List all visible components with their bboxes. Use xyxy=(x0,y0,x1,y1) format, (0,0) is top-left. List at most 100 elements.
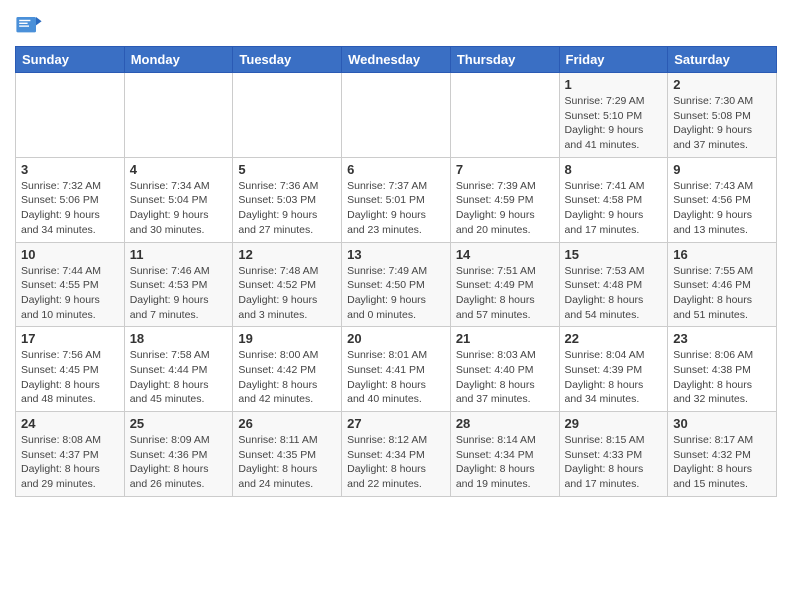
day-cell: 13Sunrise: 7:49 AM Sunset: 4:50 PM Dayli… xyxy=(342,242,451,327)
day-info: Sunrise: 8:04 AM Sunset: 4:39 PM Dayligh… xyxy=(565,348,663,407)
day-number: 4 xyxy=(130,162,228,177)
day-number: 28 xyxy=(456,416,554,431)
day-number: 29 xyxy=(565,416,663,431)
day-info: Sunrise: 7:55 AM Sunset: 4:46 PM Dayligh… xyxy=(673,264,771,323)
day-info: Sunrise: 8:00 AM Sunset: 4:42 PM Dayligh… xyxy=(238,348,336,407)
day-cell: 3 Sunrise: 7:32 AM Sunset: 5:06 PM Daylig… xyxy=(16,157,125,242)
day-info: Sunrise: 7:32 AM Sunset: 5:06 PM Dayligh… xyxy=(21,179,119,238)
day-info: Sunrise: 7:37 AM Sunset: 5:01 PM Dayligh… xyxy=(347,179,445,238)
day-info: Sunrise: 7:49 AM Sunset: 4:50 PM Dayligh… xyxy=(347,264,445,323)
day-cell: 21 Sunrise: 8:03 AM Sunset: 4:40 PM Dayli… xyxy=(450,327,559,412)
day-cell: 16 Sunrise: 7:55 AM Sunset: 4:46 PM Dayli… xyxy=(668,242,777,327)
day-cell: 26 Sunrise: 8:11 AM Sunset: 4:35 PM Dayli… xyxy=(233,412,342,497)
day-number: 24 xyxy=(21,416,119,431)
week-row-4: 24 Sunrise: 8:08 AM Sunset: 4:37 PM Dayli… xyxy=(16,412,777,497)
day-cell: 28 Sunrise: 8:14 AM Sunset: 4:34 PM Dayli… xyxy=(450,412,559,497)
day-number: 16 xyxy=(673,247,771,262)
day-info: Sunrise: 8:12 AM Sunset: 4:34 PM Dayligh… xyxy=(347,433,445,492)
day-number: 21 xyxy=(456,331,554,346)
day-cell xyxy=(233,73,342,158)
day-info: Sunrise: 8:09 AM Sunset: 4:36 PM Dayligh… xyxy=(130,433,228,492)
day-header-thursday: Thursday xyxy=(450,47,559,73)
day-info: Sunrise: 8:11 AM Sunset: 4:35 PM Dayligh… xyxy=(238,433,336,492)
logo xyxy=(15,10,47,38)
day-cell xyxy=(450,73,559,158)
week-row-1: 3 Sunrise: 7:32 AM Sunset: 5:06 PM Daylig… xyxy=(16,157,777,242)
day-number: 14 xyxy=(456,247,554,262)
day-info: Sunrise: 8:15 AM Sunset: 4:33 PM Dayligh… xyxy=(565,433,663,492)
day-number: 17 xyxy=(21,331,119,346)
day-number: 3 xyxy=(21,162,119,177)
day-cell: 9 Sunrise: 7:43 AM Sunset: 4:56 PM Daylig… xyxy=(668,157,777,242)
day-info: Sunrise: 8:03 AM Sunset: 4:40 PM Dayligh… xyxy=(456,348,554,407)
day-cell: 20 Sunrise: 8:01 AM Sunset: 4:41 PM Dayli… xyxy=(342,327,451,412)
day-cell: 19Sunrise: 8:00 AM Sunset: 4:42 PM Dayli… xyxy=(233,327,342,412)
week-row-3: 17Sunrise: 7:56 AM Sunset: 4:45 PM Dayli… xyxy=(16,327,777,412)
day-cell: 17Sunrise: 7:56 AM Sunset: 4:45 PM Dayli… xyxy=(16,327,125,412)
day-number: 22 xyxy=(565,331,663,346)
day-number: 20 xyxy=(347,331,445,346)
day-cell: 18Sunrise: 7:58 AM Sunset: 4:44 PM Dayli… xyxy=(124,327,233,412)
day-number: 18 xyxy=(130,331,228,346)
day-info: Sunrise: 7:34 AM Sunset: 5:04 PM Dayligh… xyxy=(130,179,228,238)
day-number: 12 xyxy=(238,247,336,262)
day-number: 1 xyxy=(565,77,663,92)
day-header-friday: Friday xyxy=(559,47,668,73)
day-number: 5 xyxy=(238,162,336,177)
day-number: 30 xyxy=(673,416,771,431)
calendar-tbody: 1Sunrise: 7:29 AM Sunset: 5:10 PM Daylig… xyxy=(16,73,777,497)
day-info: Sunrise: 7:43 AM Sunset: 4:56 PM Dayligh… xyxy=(673,179,771,238)
day-number: 27 xyxy=(347,416,445,431)
day-number: 6 xyxy=(347,162,445,177)
week-row-2: 10 Sunrise: 7:44 AM Sunset: 4:55 PM Dayli… xyxy=(16,242,777,327)
day-info: Sunrise: 8:01 AM Sunset: 4:41 PM Dayligh… xyxy=(347,348,445,407)
day-cell: 1Sunrise: 7:29 AM Sunset: 5:10 PM Daylig… xyxy=(559,73,668,158)
day-cell: 23 Sunrise: 8:06 AM Sunset: 4:38 PM Dayli… xyxy=(668,327,777,412)
day-number: 11 xyxy=(130,247,228,262)
week-row-0: 1Sunrise: 7:29 AM Sunset: 5:10 PM Daylig… xyxy=(16,73,777,158)
day-cell: 8 Sunrise: 7:41 AM Sunset: 4:58 PM Daylig… xyxy=(559,157,668,242)
day-cell xyxy=(124,73,233,158)
day-cell: 15Sunrise: 7:53 AM Sunset: 4:48 PM Dayli… xyxy=(559,242,668,327)
day-number: 2 xyxy=(673,77,771,92)
day-cell: 30Sunrise: 8:17 AM Sunset: 4:32 PM Dayli… xyxy=(668,412,777,497)
header-row: SundayMondayTuesdayWednesdayThursdayFrid… xyxy=(16,47,777,73)
day-number: 25 xyxy=(130,416,228,431)
day-number: 8 xyxy=(565,162,663,177)
day-number: 26 xyxy=(238,416,336,431)
day-cell: 7 Sunrise: 7:39 AM Sunset: 4:59 PM Daylig… xyxy=(450,157,559,242)
day-info: Sunrise: 7:36 AM Sunset: 5:03 PM Dayligh… xyxy=(238,179,336,238)
day-cell: 14 Sunrise: 7:51 AM Sunset: 4:49 PM Dayli… xyxy=(450,242,559,327)
day-number: 10 xyxy=(21,247,119,262)
calendar-thead: SundayMondayTuesdayWednesdayThursdayFrid… xyxy=(16,47,777,73)
logo-icon xyxy=(15,10,43,38)
day-number: 9 xyxy=(673,162,771,177)
day-info: Sunrise: 8:08 AM Sunset: 4:37 PM Dayligh… xyxy=(21,433,119,492)
day-cell: 24 Sunrise: 8:08 AM Sunset: 4:37 PM Dayli… xyxy=(16,412,125,497)
day-cell: 2Sunrise: 7:30 AM Sunset: 5:08 PM Daylig… xyxy=(668,73,777,158)
day-cell: 22 Sunrise: 8:04 AM Sunset: 4:39 PM Dayli… xyxy=(559,327,668,412)
day-info: Sunrise: 7:44 AM Sunset: 4:55 PM Dayligh… xyxy=(21,264,119,323)
day-cell: 6 Sunrise: 7:37 AM Sunset: 5:01 PM Daylig… xyxy=(342,157,451,242)
day-cell: 12 Sunrise: 7:48 AM Sunset: 4:52 PM Dayli… xyxy=(233,242,342,327)
day-cell: 25 Sunrise: 8:09 AM Sunset: 4:36 PM Dayli… xyxy=(124,412,233,497)
day-header-wednesday: Wednesday xyxy=(342,47,451,73)
day-info: Sunrise: 8:14 AM Sunset: 4:34 PM Dayligh… xyxy=(456,433,554,492)
day-header-tuesday: Tuesday xyxy=(233,47,342,73)
day-number: 7 xyxy=(456,162,554,177)
day-cell: 27 Sunrise: 8:12 AM Sunset: 4:34 PM Dayli… xyxy=(342,412,451,497)
calendar-header xyxy=(15,10,777,38)
day-info: Sunrise: 7:48 AM Sunset: 4:52 PM Dayligh… xyxy=(238,264,336,323)
day-number: 23 xyxy=(673,331,771,346)
day-header-saturday: Saturday xyxy=(668,47,777,73)
calendar-container: SundayMondayTuesdayWednesdayThursdayFrid… xyxy=(0,0,792,507)
day-info: Sunrise: 8:06 AM Sunset: 4:38 PM Dayligh… xyxy=(673,348,771,407)
day-info: Sunrise: 7:39 AM Sunset: 4:59 PM Dayligh… xyxy=(456,179,554,238)
day-number: 15 xyxy=(565,247,663,262)
calendar-table: SundayMondayTuesdayWednesdayThursdayFrid… xyxy=(15,46,777,497)
day-info: Sunrise: 7:51 AM Sunset: 4:49 PM Dayligh… xyxy=(456,264,554,323)
day-info: Sunrise: 7:46 AM Sunset: 4:53 PM Dayligh… xyxy=(130,264,228,323)
day-cell: 4 Sunrise: 7:34 AM Sunset: 5:04 PM Daylig… xyxy=(124,157,233,242)
day-header-sunday: Sunday xyxy=(16,47,125,73)
day-info: Sunrise: 7:41 AM Sunset: 4:58 PM Dayligh… xyxy=(565,179,663,238)
